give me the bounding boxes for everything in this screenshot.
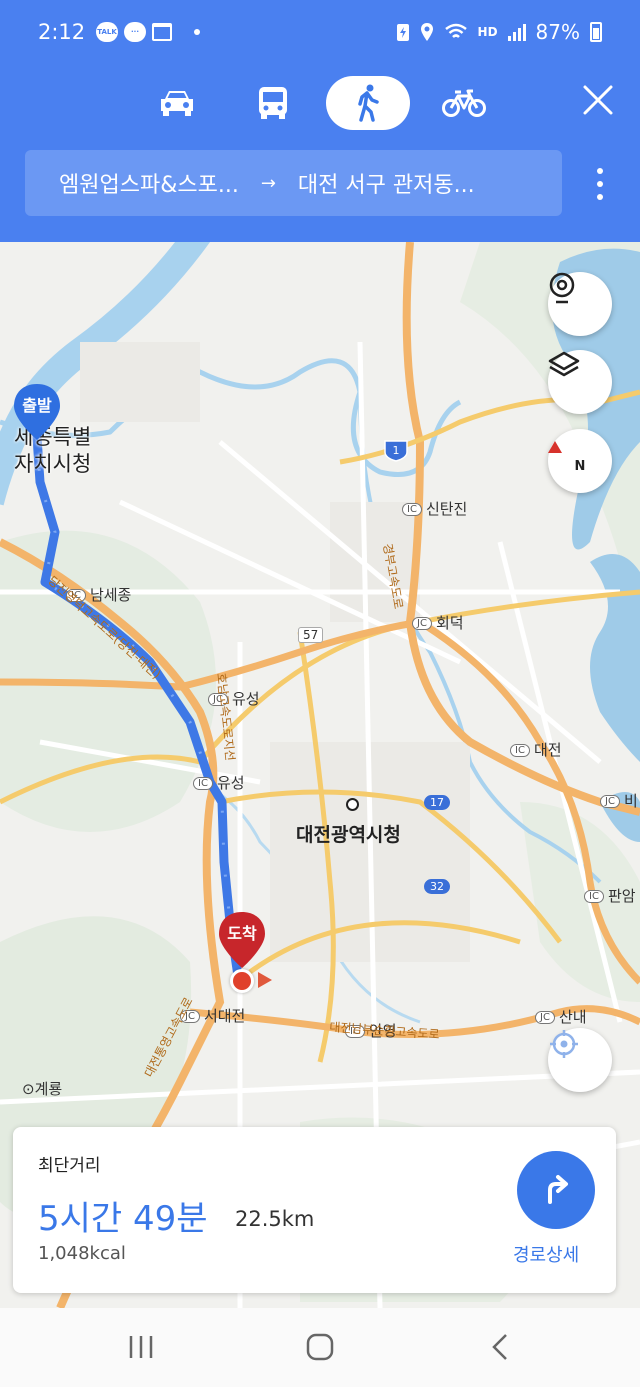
end-pin-label: 도착 [227,924,257,943]
label-yuseong-ic: IC 유성 [193,772,245,793]
wifi-icon [444,23,467,38]
route-arrow: → [260,172,276,194]
tab-bus[interactable] [231,76,315,130]
tab-bike[interactable] [422,76,506,130]
start-pin-label: 출발 [22,396,52,415]
label-panam-ic: IC 판암 [584,885,636,906]
car-icon [161,91,193,116]
street-view-button[interactable] [548,272,612,336]
kakaotalk-icon: TALK [96,22,118,42]
route-info-card[interactable]: 최단거리 5시간 49분 22.5km 1,048kcal 경로상세 [13,1127,616,1293]
start-pin[interactable]: 출발 [12,382,62,442]
home-icon [306,1333,334,1361]
route-distance: 22.5km [235,1207,315,1231]
label-daejeon-ic: IC 대전 [510,739,562,760]
label-sannae-jc: JC 산내 [535,1006,587,1027]
back-icon [492,1334,507,1360]
notification-icons: TALK ··· [96,22,200,42]
city-hall-marker-icon [346,798,359,811]
route-32-badge: 32 [424,879,450,894]
label-sintanjin: IC 신탄진 [402,498,467,519]
tab-walk[interactable] [326,76,410,130]
system-icons: HD 87% [396,20,602,44]
svg-text:1: 1 [393,444,400,457]
walk-icon [358,84,379,122]
label-hoedeok: JC 회덕 [412,612,464,633]
tab-car[interactable] [135,76,219,130]
label-biryong-jc: JC 비 [600,790,638,811]
route-17-badge: 17 [424,795,450,810]
route-summary-field[interactable]: 엠원업스파&스포... → 대전 서구 관저동... [25,150,562,216]
layers-icon [548,351,580,377]
route-origin: 엠원업스파&스포... [59,173,239,198]
bike-icon [442,89,486,117]
route-detail-button[interactable] [517,1151,595,1229]
compass-button[interactable]: N [548,429,612,493]
route-calories: 1,048kcal [38,1243,126,1264]
route-duration: 5시간 49분 [38,1199,208,1239]
route-detail-label[interactable]: 경로상세 [513,1241,579,1267]
close-icon [583,85,613,115]
home-button[interactable] [300,1332,340,1362]
status-time: 2:12 [38,20,86,44]
battery-saver-icon [396,24,409,41]
compass-icon [548,441,562,453]
route-destination: 대전 서구 관저동... [297,173,475,198]
location-icon [420,23,433,41]
system-nav-bar [0,1308,640,1387]
signal-icon [507,23,526,41]
recent-apps-button[interactable] [121,1332,161,1362]
more-vert-icon [597,168,603,174]
compass-north-label: N [574,458,586,474]
hd-voice-icon: HD [477,25,498,39]
label-gyeryong: ⊙계룡 [22,1080,63,1098]
more-notifications-icon [194,29,200,35]
street-view-icon [549,272,575,304]
transport-mode-tabs [0,72,640,132]
destination-dot [230,969,254,993]
close-button[interactable] [578,80,618,120]
battery-percent: 87% [535,20,580,44]
calendar-icon [152,23,172,41]
route-57-badge: 57 [298,627,324,643]
back-button[interactable] [480,1332,520,1362]
battery-icon [590,22,602,42]
my-location-button[interactable] [548,1028,612,1092]
end-pin[interactable]: 도착 [217,910,267,970]
layers-button[interactable] [548,350,612,414]
status-bar: 2:12 TALK ··· HD 87% [0,0,640,70]
bus-icon [259,87,287,119]
more-options-button[interactable] [588,164,612,204]
my-location-icon [550,1030,578,1058]
message-icon: ··· [124,22,146,42]
label-daejeon-city-hall: 대전광역시청 [296,798,401,847]
route-type-label: 최단거리 [38,1156,101,1176]
app-header: 2:12 TALK ··· HD 87% 엠원업스파&스포... → 대전 서구… [0,0,640,242]
recent-apps-icon [129,1336,153,1358]
turn-right-arrow-icon [548,1175,568,1204]
